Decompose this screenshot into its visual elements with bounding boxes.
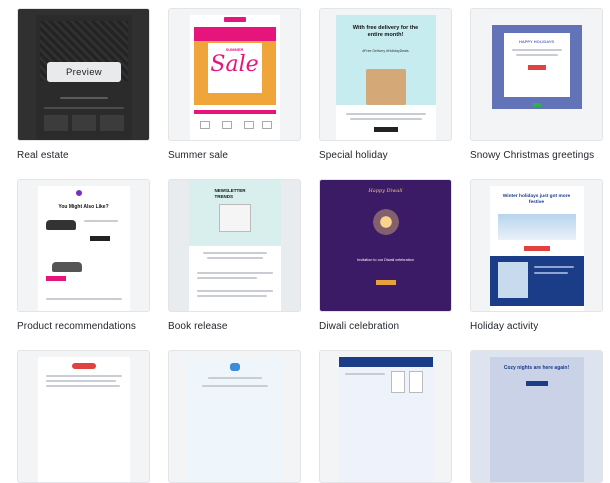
- headline: NEWSLETTER TRENDS: [214, 188, 246, 199]
- template-label[interactable]: Diwali celebration: [319, 321, 399, 332]
- template-gallery: Preview Real estate SUMMER Sale Summer s…: [0, 0, 610, 483]
- template-thumbnail[interactable]: SUMMER Sale: [168, 8, 301, 141]
- sale-big-text: Sale: [210, 52, 259, 77]
- headline: Cozy nights are here again!: [503, 365, 570, 371]
- template-label[interactable]: Summer sale: [168, 150, 228, 161]
- template-label[interactable]: Book release: [168, 321, 228, 332]
- headline: Winter holidays just got more festive: [502, 194, 571, 205]
- template-label[interactable]: Special holiday: [319, 150, 388, 161]
- template-card-product-recommendations[interactable]: You Might Also Like? Product recommendat…: [17, 179, 150, 332]
- headline: HAPPY HOLIDAYS: [518, 39, 555, 44]
- template-card-snowy-christmas[interactable]: HAPPY HOLIDAYS Snowy Christmas greetings: [470, 8, 603, 161]
- template-thumbnail[interactable]: With free delivery for the entire month!…: [319, 8, 452, 141]
- email-preview: [187, 357, 282, 482]
- headline: Happy Diwali: [368, 188, 403, 194]
- template-thumbnail[interactable]: HAPPY HOLIDAYS: [470, 8, 603, 141]
- template-card[interactable]: [319, 350, 452, 483]
- email-preview: Winter holidays just got more festive: [489, 186, 584, 311]
- template-card-diwali[interactable]: Happy Diwali Invitation to our Diwali ce…: [319, 179, 452, 332]
- package-image: [365, 69, 406, 105]
- template-label[interactable]: Real estate: [17, 150, 69, 161]
- email-preview: [37, 357, 130, 482]
- template-thumbnail[interactable]: [319, 350, 452, 483]
- template-card-real-estate[interactable]: Preview Real estate: [17, 8, 150, 161]
- hashtags: #Free Delivery #HolidayDeals: [362, 49, 409, 53]
- email-preview: Cozy nights are here again!: [489, 357, 584, 482]
- book-image: [218, 204, 251, 232]
- diwali-ornament: [365, 202, 406, 242]
- shoe-image: [45, 220, 76, 230]
- winter-image: [497, 214, 576, 240]
- sale-banner: SUMMER Sale: [193, 27, 276, 105]
- template-label[interactable]: Holiday activity: [470, 321, 538, 332]
- email-preview: Happy Diwali Invitation to our Diwali ce…: [337, 180, 434, 311]
- email-preview: [338, 357, 433, 482]
- preview-button[interactable]: Preview: [47, 62, 121, 82]
- subline: Invitation to our Diwali celebration: [357, 258, 414, 262]
- email-preview: With free delivery for the entire month!…: [335, 15, 436, 140]
- template-thumbnail[interactable]: [168, 350, 301, 483]
- template-label[interactable]: Snowy Christmas greetings: [470, 150, 594, 161]
- email-preview: HAPPY HOLIDAYS: [491, 15, 582, 109]
- template-thumbnail[interactable]: NEWSLETTER TRENDS: [168, 179, 301, 312]
- headline: With free delivery for the entire month!: [352, 25, 419, 38]
- template-card-holiday-activity[interactable]: Winter holidays just got more festive Ho…: [470, 179, 603, 332]
- email-preview: NEWSLETTER TRENDS: [188, 180, 281, 311]
- template-card-summer-sale[interactable]: SUMMER Sale Summer sale: [168, 8, 301, 161]
- template-card[interactable]: [17, 350, 150, 483]
- template-label[interactable]: Product recommendations: [17, 321, 136, 332]
- template-card-book-release[interactable]: NEWSLETTER TRENDS Book release: [168, 179, 301, 332]
- template-thumbnail[interactable]: Happy Diwali Invitation to our Diwali ce…: [319, 179, 452, 312]
- email-preview: SUMMER Sale: [189, 15, 280, 140]
- template-thumbnail[interactable]: Preview: [17, 8, 150, 141]
- template-card[interactable]: [168, 350, 301, 483]
- email-preview: You Might Also Like?: [37, 186, 130, 311]
- template-thumbnail[interactable]: [17, 350, 150, 483]
- headline: You Might Also Like?: [58, 204, 109, 210]
- template-thumbnail[interactable]: You Might Also Like?: [17, 179, 150, 312]
- shoe-image: [51, 262, 82, 272]
- template-thumbnail[interactable]: Cozy nights are here again!: [470, 350, 603, 483]
- template-thumbnail[interactable]: Winter holidays just got more festive: [470, 179, 603, 312]
- template-card-special-holiday[interactable]: With free delivery for the entire month!…: [319, 8, 452, 161]
- template-card[interactable]: Cozy nights are here again!: [470, 350, 603, 483]
